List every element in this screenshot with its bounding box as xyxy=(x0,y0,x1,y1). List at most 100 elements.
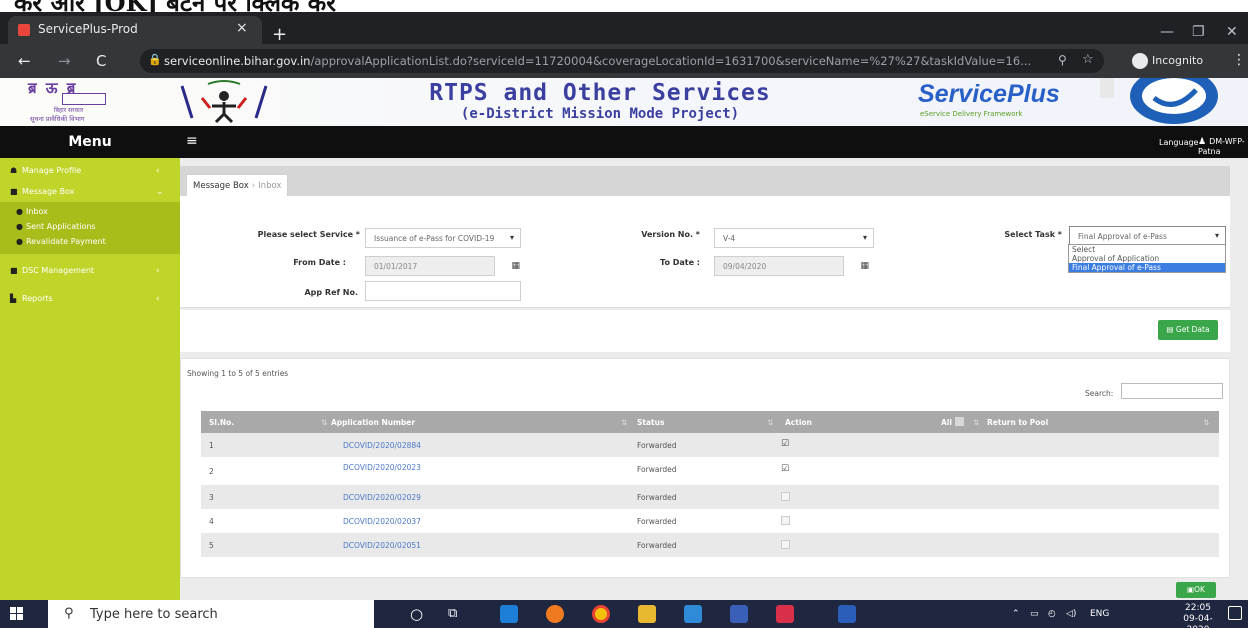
taskbar-search[interactable]: ⚲ Type here to search xyxy=(48,600,374,628)
sidebar-item-dsc[interactable]: ■ DSC Management ‹ xyxy=(0,266,180,280)
th-action[interactable]: Action xyxy=(785,418,812,427)
anydesk-icon[interactable] xyxy=(776,605,794,623)
row-checkbox-disabled xyxy=(781,540,790,549)
tab-title: ServicePlus-Prod xyxy=(38,22,138,36)
row-checkbox-disabled xyxy=(781,516,790,525)
volume-icon[interactable]: ◁) xyxy=(1066,609,1076,619)
app-ref-input[interactable] xyxy=(365,281,521,301)
application-link[interactable]: DCOVID/2020/02029 xyxy=(343,493,421,502)
calendar-icon[interactable]: ▦ xyxy=(511,261,520,271)
calendar-icon[interactable]: ▦ xyxy=(860,261,869,271)
application-link[interactable]: DCOVID/2020/02023 xyxy=(343,463,421,472)
version-select[interactable]: V-4 ▾ xyxy=(714,228,874,248)
sort-icon[interactable]: ⇅ xyxy=(621,418,627,427)
sort-icon[interactable]: ⇅ xyxy=(321,418,327,427)
task-select[interactable]: Final Approval of e-Pass ▾ xyxy=(1069,226,1226,246)
sidebar-item-reports[interactable]: ▙ Reports ‹ xyxy=(0,294,180,308)
application-link[interactable]: DCOVID/2020/02037 xyxy=(343,517,421,526)
ok-button[interactable]: ▣OK xyxy=(1176,582,1216,598)
cortana-icon[interactable]: ○ xyxy=(410,605,423,623)
file-explorer-icon[interactable] xyxy=(638,605,656,623)
service-label: Please select Service * xyxy=(257,230,360,239)
word-icon[interactable] xyxy=(838,605,856,623)
incognito-indicator[interactable]: Incognito xyxy=(1132,53,1203,69)
edge-icon[interactable] xyxy=(500,605,518,623)
browser-tab[interactable]: ServicePlus-Prod × xyxy=(8,16,262,44)
service-select[interactable]: Issuance of e-Pass for COVID-19 ▾ xyxy=(365,228,521,248)
url-field[interactable]: 🔒 serviceonline.bihar.gov.in/approvalApp… xyxy=(140,49,1104,73)
task-dropdown-list: Select Approval of Application Final App… xyxy=(1068,244,1226,273)
sort-icon[interactable]: ⇅ xyxy=(1203,418,1209,427)
message-icon: ■ xyxy=(10,187,18,196)
language-link[interactable]: Language xyxy=(1159,138,1198,147)
back-icon[interactable]: ← xyxy=(18,52,31,70)
row-checkbox-checked[interactable]: ☑ xyxy=(781,440,790,449)
th-status[interactable]: Status xyxy=(637,418,664,427)
lock-icon: 🔒 xyxy=(148,53,162,66)
network-icon[interactable]: ◴ xyxy=(1048,609,1056,619)
task-option-approval[interactable]: Approval of Application xyxy=(1069,254,1225,263)
sidebar: ☗ Manage Profile ‹ ■ Message Box ⌄ ● Inbo… xyxy=(0,158,180,600)
close-window-icon[interactable]: ✕ xyxy=(1226,24,1238,40)
sidebar-subitem-revalidate[interactable]: ● Revalidate Payment xyxy=(16,237,106,246)
top-nav: Menu ≡ Language ♟ DM-WFP-Patna xyxy=(0,126,1248,158)
th-application-number[interactable]: Application Number xyxy=(331,418,415,427)
store-icon[interactable] xyxy=(730,605,748,623)
chevron-left-icon: ‹ xyxy=(156,166,160,176)
banner-subtitle: (e-District Mission Mode Project) xyxy=(460,106,740,122)
forward-icon[interactable]: → xyxy=(58,52,71,70)
to-date-field[interactable]: 09/04/2020 ▦ xyxy=(714,256,869,276)
tab-close-icon[interactable]: × xyxy=(236,20,248,36)
task-view-icon[interactable]: ⧉ xyxy=(448,606,457,621)
th-slno[interactable]: Sl.No. xyxy=(209,418,234,427)
language-indicator[interactable]: ENG xyxy=(1090,609,1109,619)
row-checkbox-disabled xyxy=(781,492,790,501)
windows-taskbar: ⚲ Type here to search ○ ⧉ ⌃ ▭ ◴ ◁) ENG 2… xyxy=(0,600,1248,628)
firefox-icon[interactable] xyxy=(546,605,564,623)
sidebar-item-manage-profile[interactable]: ☗ Manage Profile ‹ xyxy=(0,166,180,180)
circle-icon: ● xyxy=(16,222,23,231)
battery-icon[interactable]: ▭ xyxy=(1030,609,1039,619)
caret-down-icon: ▾ xyxy=(509,233,514,242)
user-menu[interactable]: ♟ DM-WFP-Patna xyxy=(1198,137,1248,156)
reload-icon[interactable]: C xyxy=(96,52,106,70)
mail-icon[interactable] xyxy=(684,605,702,623)
get-data-button[interactable]: ▤ Get Data xyxy=(1158,320,1218,340)
from-date-field[interactable]: 01/01/2017 ▦ xyxy=(365,256,520,276)
task-label: Select Task * xyxy=(1004,230,1062,239)
sidebar-subitem-sent[interactable]: ● Sent Applications xyxy=(16,222,96,231)
windows-start-icon[interactable] xyxy=(10,607,24,621)
restore-icon[interactable]: ❐ xyxy=(1192,24,1205,40)
breadcrumb-root[interactable]: Message Box xyxy=(193,181,249,191)
app-ref-label: App Ref No. xyxy=(304,288,358,297)
new-tab-button[interactable]: + xyxy=(272,26,287,44)
taskbar-search-placeholder: Type here to search xyxy=(90,607,218,622)
sort-icon[interactable]: ⇅ xyxy=(973,418,979,427)
search-label: Search: xyxy=(1085,389,1114,398)
sort-icon[interactable]: ⇅ xyxy=(767,418,773,427)
chrome-icon[interactable] xyxy=(592,605,610,623)
row-checkbox-checked[interactable]: ☑ xyxy=(781,465,790,474)
sidebar-item-message-box[interactable]: ■ Message Box ⌄ xyxy=(0,187,180,201)
minimize-icon[interactable]: — xyxy=(1160,24,1174,40)
applications-table-panel: Showing 1 to 5 of 5 entries Search: Sl.N… xyxy=(180,358,1230,578)
th-return-to-pool[interactable]: Return to Pool xyxy=(987,418,1048,427)
application-link[interactable]: DCOVID/2020/02051 xyxy=(343,541,421,550)
sidebar-subitem-inbox[interactable]: ● Inbox xyxy=(16,207,48,216)
users-icon: ☗ xyxy=(10,166,18,175)
select-all-checkbox[interactable] xyxy=(955,417,964,426)
task-option-final-approval[interactable]: Final Approval of e-Pass xyxy=(1069,263,1225,272)
taskbar-clock[interactable]: 22:0509-04-2020 xyxy=(1180,603,1216,628)
tray-chevron-icon[interactable]: ⌃ xyxy=(1012,609,1020,619)
notification-icon[interactable] xyxy=(1228,606,1242,620)
bookmark-star-icon[interactable]: ☆ xyxy=(1082,52,1094,67)
application-link[interactable]: DCOVID/2020/02884 xyxy=(343,441,421,450)
search-icon: ⚲ xyxy=(64,606,74,621)
search-input[interactable] xyxy=(1121,383,1223,399)
circle-icon: ● xyxy=(16,207,23,216)
zoom-icon[interactable]: ⚲ xyxy=(1058,53,1067,67)
browser-menu-icon[interactable]: ⋮ xyxy=(1232,52,1246,68)
task-option-select[interactable]: Select xyxy=(1069,245,1225,254)
hamburger-icon[interactable]: ≡ xyxy=(186,133,198,149)
table-icon: ▤ xyxy=(1166,325,1176,334)
